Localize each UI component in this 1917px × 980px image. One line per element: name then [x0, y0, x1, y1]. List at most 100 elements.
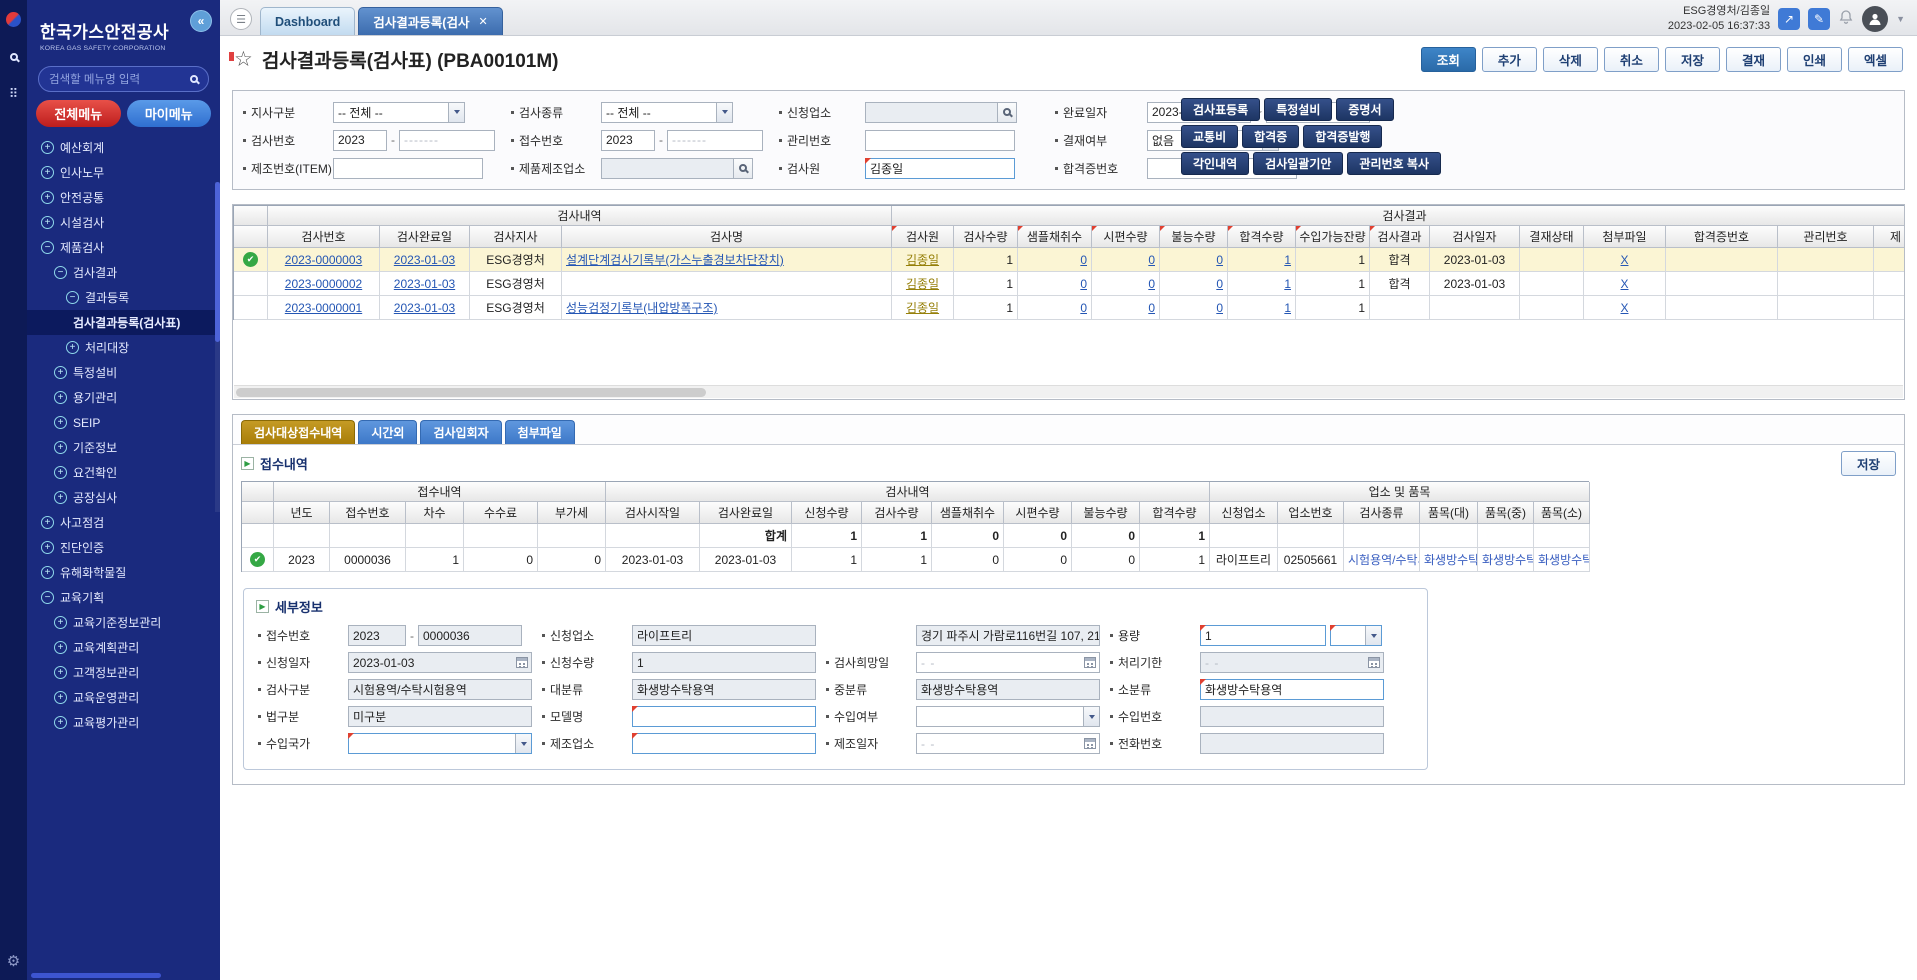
- grid-cell[interactable]: 0: [1018, 272, 1092, 296]
- grid-cell[interactable]: X: [1584, 272, 1666, 296]
- sidebar-item[interactable]: +교육기준정보관리: [27, 610, 220, 635]
- menu-search-input[interactable]: 검색할 메뉴명 입력: [38, 66, 209, 92]
- column-header[interactable]: 불능수량: [1072, 502, 1140, 524]
- plus-circle-icon[interactable]: +: [54, 491, 67, 504]
- search-icon[interactable]: [10, 53, 18, 61]
- column-header[interactable]: 년도: [274, 502, 330, 524]
- column-header[interactable]: 품목(중): [1478, 502, 1534, 524]
- search-icon[interactable]: [190, 75, 198, 83]
- grid-horizontal-scrollbar[interactable]: [234, 385, 1903, 398]
- column-header[interactable]: 품목(대): [1420, 502, 1478, 524]
- plus-circle-icon[interactable]: +: [54, 616, 67, 629]
- text-field[interactable]: 라이프트리: [632, 625, 816, 646]
- dropdown-arrow-icon[interactable]: [515, 734, 531, 753]
- number-year-field[interactable]: 2023: [333, 130, 387, 151]
- table-row[interactable]: ✔202300000361002023-01-032023-01-0311000…: [242, 548, 1589, 572]
- text-field[interactable]: [1200, 706, 1384, 727]
- column-header[interactable]: 샘플채취수: [1018, 226, 1092, 248]
- close-icon[interactable]: ✕: [478, 15, 487, 28]
- text-field[interactable]: 화생방수탁용역: [916, 679, 1100, 700]
- column-header[interactable]: [242, 502, 274, 524]
- grid-cell[interactable]: 0: [1018, 296, 1092, 320]
- external-link-icon[interactable]: ↗: [1778, 8, 1800, 30]
- grid-cell[interactable]: 1: [1228, 248, 1296, 272]
- quick-button[interactable]: 증명서: [1336, 98, 1393, 121]
- favorite-star-icon[interactable]: ☆: [234, 49, 253, 70]
- dropdown-arrow-icon[interactable]: [1365, 626, 1381, 645]
- sub-tab[interactable]: 시간외: [358, 420, 417, 444]
- calendar-icon[interactable]: [516, 657, 528, 668]
- text-field[interactable]: 경기 파주시 가람로116번길 107, 211, 212호: [916, 625, 1100, 646]
- plus-circle-icon[interactable]: +: [41, 191, 54, 204]
- sidebar-item[interactable]: 검사결과등록(검사표): [27, 310, 220, 335]
- grid-cell[interactable]: 김종일: [892, 248, 954, 272]
- column-header[interactable]: 불능수량: [1160, 226, 1228, 248]
- sidebar-item[interactable]: +유해화학물질: [27, 560, 220, 585]
- column-header[interactable]: 결재상태: [1520, 226, 1584, 248]
- column-header[interactable]: 시편수량: [1092, 226, 1160, 248]
- column-header[interactable]: 검사수량: [954, 226, 1018, 248]
- grid-cell[interactable]: 설계단계검사기록부(가스누출경보차단장치): [562, 248, 892, 272]
- column-header[interactable]: 검사지사: [470, 226, 562, 248]
- grid-cell[interactable]: 2023-01-03: [380, 272, 470, 296]
- row-select-cell[interactable]: ✔: [234, 248, 268, 272]
- search-lookup-field[interactable]: [865, 102, 1017, 123]
- quick-button[interactable]: 합격증: [1242, 125, 1299, 148]
- sidebar-item[interactable]: +교육평가관리: [27, 710, 220, 735]
- column-header[interactable]: 검사원: [892, 226, 954, 248]
- grid-cell[interactable]: 0: [1160, 248, 1228, 272]
- save-button[interactable]: 저장: [1841, 451, 1896, 476]
- column-header[interactable]: 검사일자: [1430, 226, 1520, 248]
- select-field[interactable]: -- 전체 --: [333, 102, 465, 123]
- all-menu-tab[interactable]: 전체메뉴: [36, 100, 121, 127]
- app-grid-icon[interactable]: ⠿: [9, 87, 19, 100]
- table-row[interactable]: ✔2023-00000032023-01-03ESG경영처설계단계검사기록부(가…: [234, 248, 1905, 272]
- column-header[interactable]: 검사결과: [1370, 226, 1430, 248]
- action-button-5[interactable]: 저장: [1665, 47, 1720, 72]
- sidebar-item[interactable]: +안전공통: [27, 185, 220, 210]
- search-lookup-button[interactable]: [997, 103, 1016, 122]
- action-button-1[interactable]: 조회: [1421, 47, 1476, 72]
- grid-cell[interactable]: 2023-0000003: [268, 248, 380, 272]
- sidebar-item[interactable]: +고객정보관리: [27, 660, 220, 685]
- number-serial-field[interactable]: -------: [399, 130, 495, 151]
- notification-bell-icon[interactable]: [1838, 9, 1854, 28]
- sidebar-vertical-scrollbar[interactable]: [215, 182, 220, 512]
- sidebar-item[interactable]: +교육운영관리: [27, 685, 220, 710]
- select-field[interactable]: [348, 733, 532, 754]
- plus-circle-icon[interactable]: +: [54, 416, 67, 429]
- sidebar-item[interactable]: +처리대장: [27, 335, 220, 360]
- action-button-2[interactable]: 추가: [1482, 47, 1537, 72]
- hamburger-menu-icon[interactable]: ☰: [230, 8, 252, 30]
- column-header[interactable]: 수수료: [464, 502, 538, 524]
- plus-circle-icon[interactable]: +: [41, 541, 54, 554]
- sidebar-horizontal-scrollbar[interactable]: [31, 973, 161, 978]
- column-header[interactable]: 첨부파일: [1584, 226, 1666, 248]
- row-select-cell[interactable]: ✔: [242, 548, 274, 572]
- grid-cell[interactable]: 1: [1228, 296, 1296, 320]
- quick-button[interactable]: 각인내역: [1181, 152, 1249, 175]
- sub-tab[interactable]: 검사대상접수내역: [241, 420, 355, 444]
- sidebar-item[interactable]: +SEIP: [27, 410, 220, 435]
- column-header[interactable]: 검사완료일: [380, 226, 470, 248]
- calendar-icon[interactable]: [1084, 738, 1096, 749]
- text-field[interactable]: 화생방수탁용역: [1200, 679, 1384, 700]
- sub-tab[interactable]: 검사입회자: [420, 420, 501, 444]
- action-button-3[interactable]: 삭제: [1543, 47, 1598, 72]
- sidebar-collapse-button[interactable]: «: [190, 10, 212, 32]
- plus-circle-icon[interactable]: +: [54, 641, 67, 654]
- column-header[interactable]: 부가세: [538, 502, 606, 524]
- select-field[interactable]: -- 전체 --: [601, 102, 733, 123]
- sidebar-item[interactable]: +특정설비: [27, 360, 220, 385]
- grid-cell[interactable]: 0: [1092, 296, 1160, 320]
- unit-select-field[interactable]: [1330, 625, 1382, 646]
- number-year-field[interactable]: 2023: [348, 625, 406, 646]
- action-button-4[interactable]: 취소: [1604, 47, 1659, 72]
- plus-circle-icon[interactable]: +: [41, 166, 54, 179]
- action-button-7[interactable]: 인쇄: [1787, 47, 1842, 72]
- minus-circle-icon[interactable]: −: [41, 591, 54, 604]
- row-select-cell[interactable]: [234, 296, 268, 320]
- grid-cell[interactable]: X: [1584, 248, 1666, 272]
- grid-cell[interactable]: 0: [1160, 272, 1228, 296]
- text-field[interactable]: 1: [632, 652, 816, 673]
